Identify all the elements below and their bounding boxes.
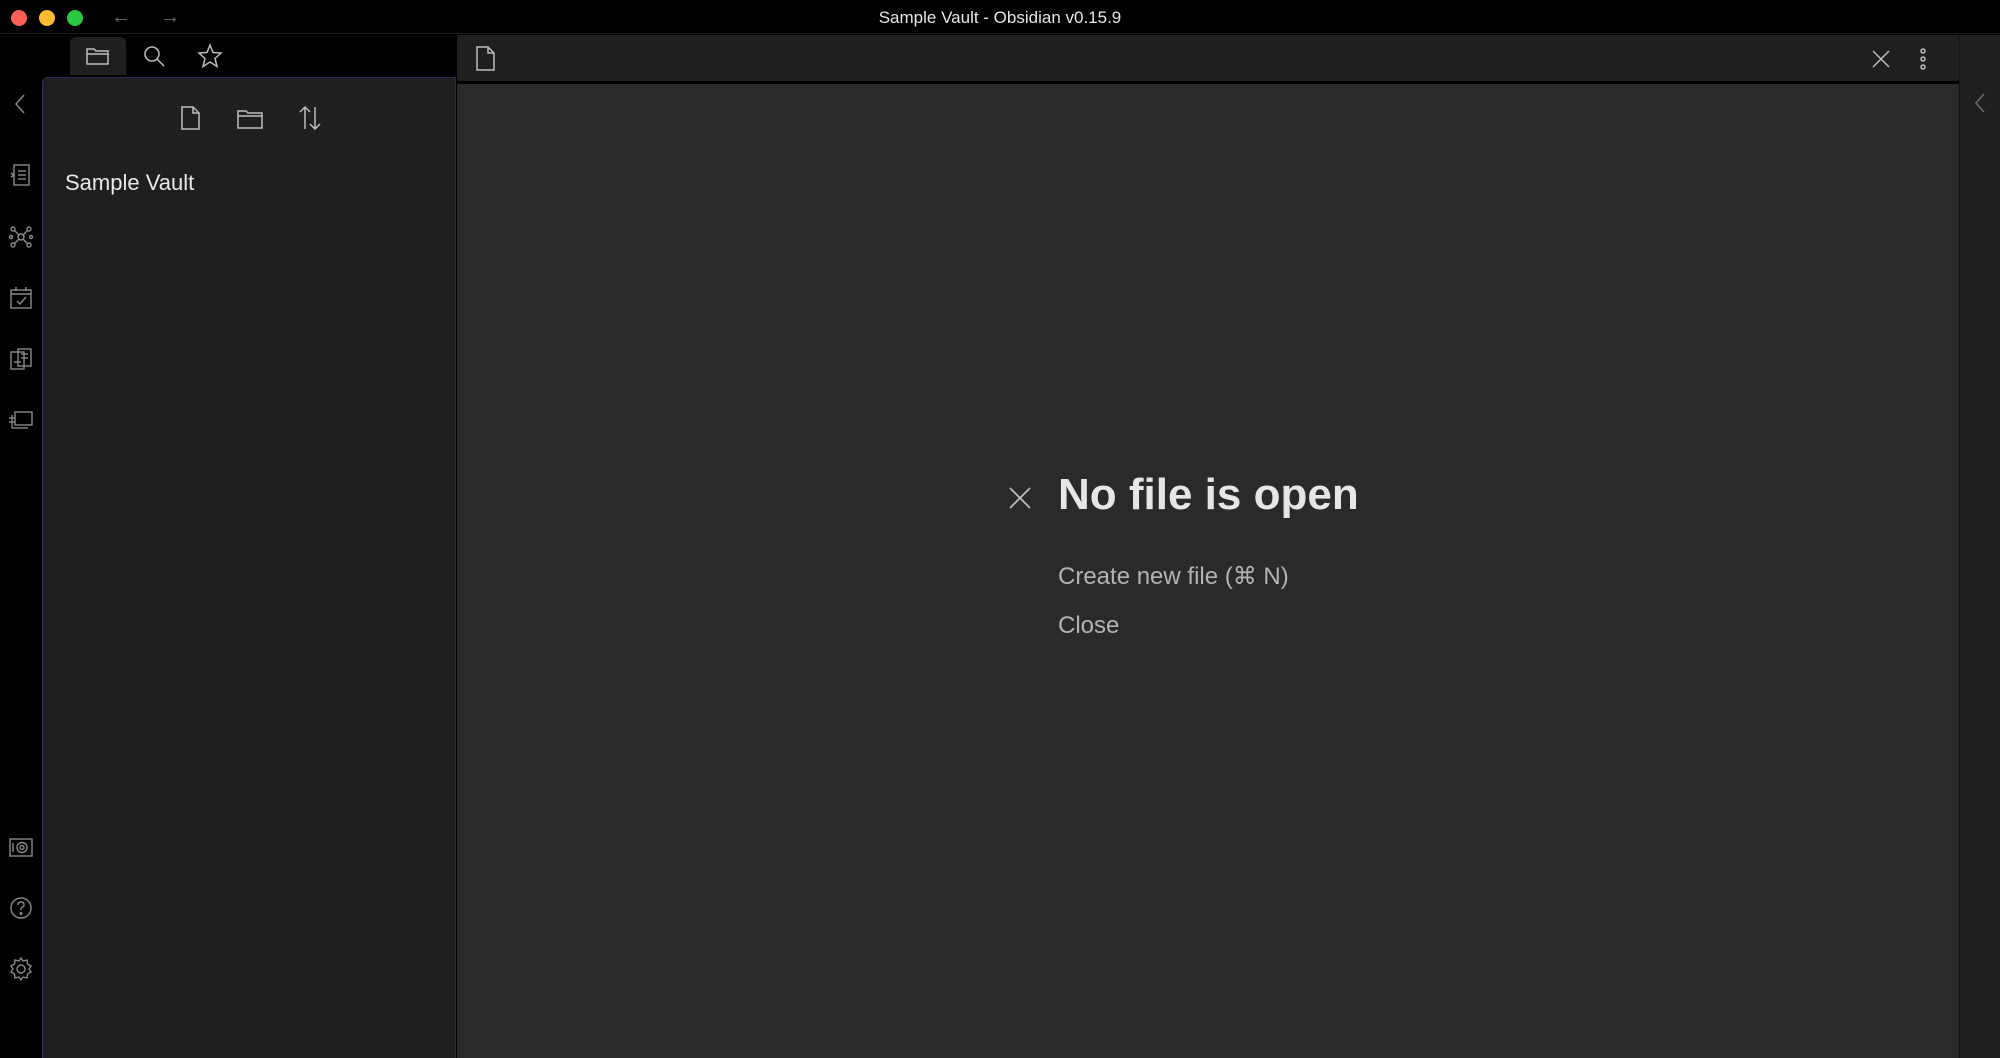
sort-icon xyxy=(299,105,321,131)
file-explorer-pane: Sample Vault xyxy=(42,77,456,1058)
settings-icon[interactable] xyxy=(8,956,34,982)
graph-view-icon[interactable] xyxy=(8,224,34,250)
star-icon xyxy=(197,43,223,69)
close-icon xyxy=(1009,487,1031,509)
empty-state-title: No file is open xyxy=(1058,470,1359,519)
vault-icon[interactable] xyxy=(8,834,34,860)
close-link[interactable]: Close xyxy=(1058,612,1119,640)
more-options-icon[interactable] xyxy=(1913,45,1933,73)
file-explorer-icon xyxy=(86,48,109,65)
new-folder-button[interactable] xyxy=(235,102,265,134)
title-bar: ← → Sample Vault - Obsidian v0.15.9 xyxy=(0,0,2000,34)
right-sidebar-collapsed xyxy=(1959,35,2000,1058)
new-folder-icon xyxy=(237,110,263,129)
create-new-file-link[interactable]: Create new file (⌘ N) xyxy=(1058,562,1289,591)
sidebar-tab-bar xyxy=(42,35,456,77)
pane-header xyxy=(457,35,1959,83)
search-icon xyxy=(144,46,165,67)
daily-note-icon[interactable] xyxy=(8,285,34,311)
tab-starred[interactable] xyxy=(182,37,238,75)
slides-icon[interactable] xyxy=(8,407,34,433)
collapse-left-icon[interactable] xyxy=(8,91,34,117)
empty-state-close-button[interactable] xyxy=(1006,484,1034,512)
new-note-icon xyxy=(181,106,200,130)
help-icon[interactable] xyxy=(8,895,34,921)
close-pane-icon[interactable] xyxy=(1869,47,1893,71)
window-title: Sample Vault - Obsidian v0.15.9 xyxy=(878,8,1122,27)
switcher-icon[interactable] xyxy=(8,162,34,188)
tab-search[interactable] xyxy=(126,37,182,75)
templates-icon[interactable] xyxy=(8,346,34,372)
sort-button[interactable] xyxy=(295,102,325,134)
document-icon[interactable] xyxy=(473,45,499,73)
vault-root-folder[interactable]: Sample Vault xyxy=(65,170,194,196)
file-explorer-actions xyxy=(43,102,457,138)
tab-file-explorer[interactable] xyxy=(70,37,126,75)
new-note-button[interactable] xyxy=(175,102,205,134)
ribbon xyxy=(0,35,42,1058)
expand-right-sidebar-icon[interactable] xyxy=(1970,91,1990,115)
